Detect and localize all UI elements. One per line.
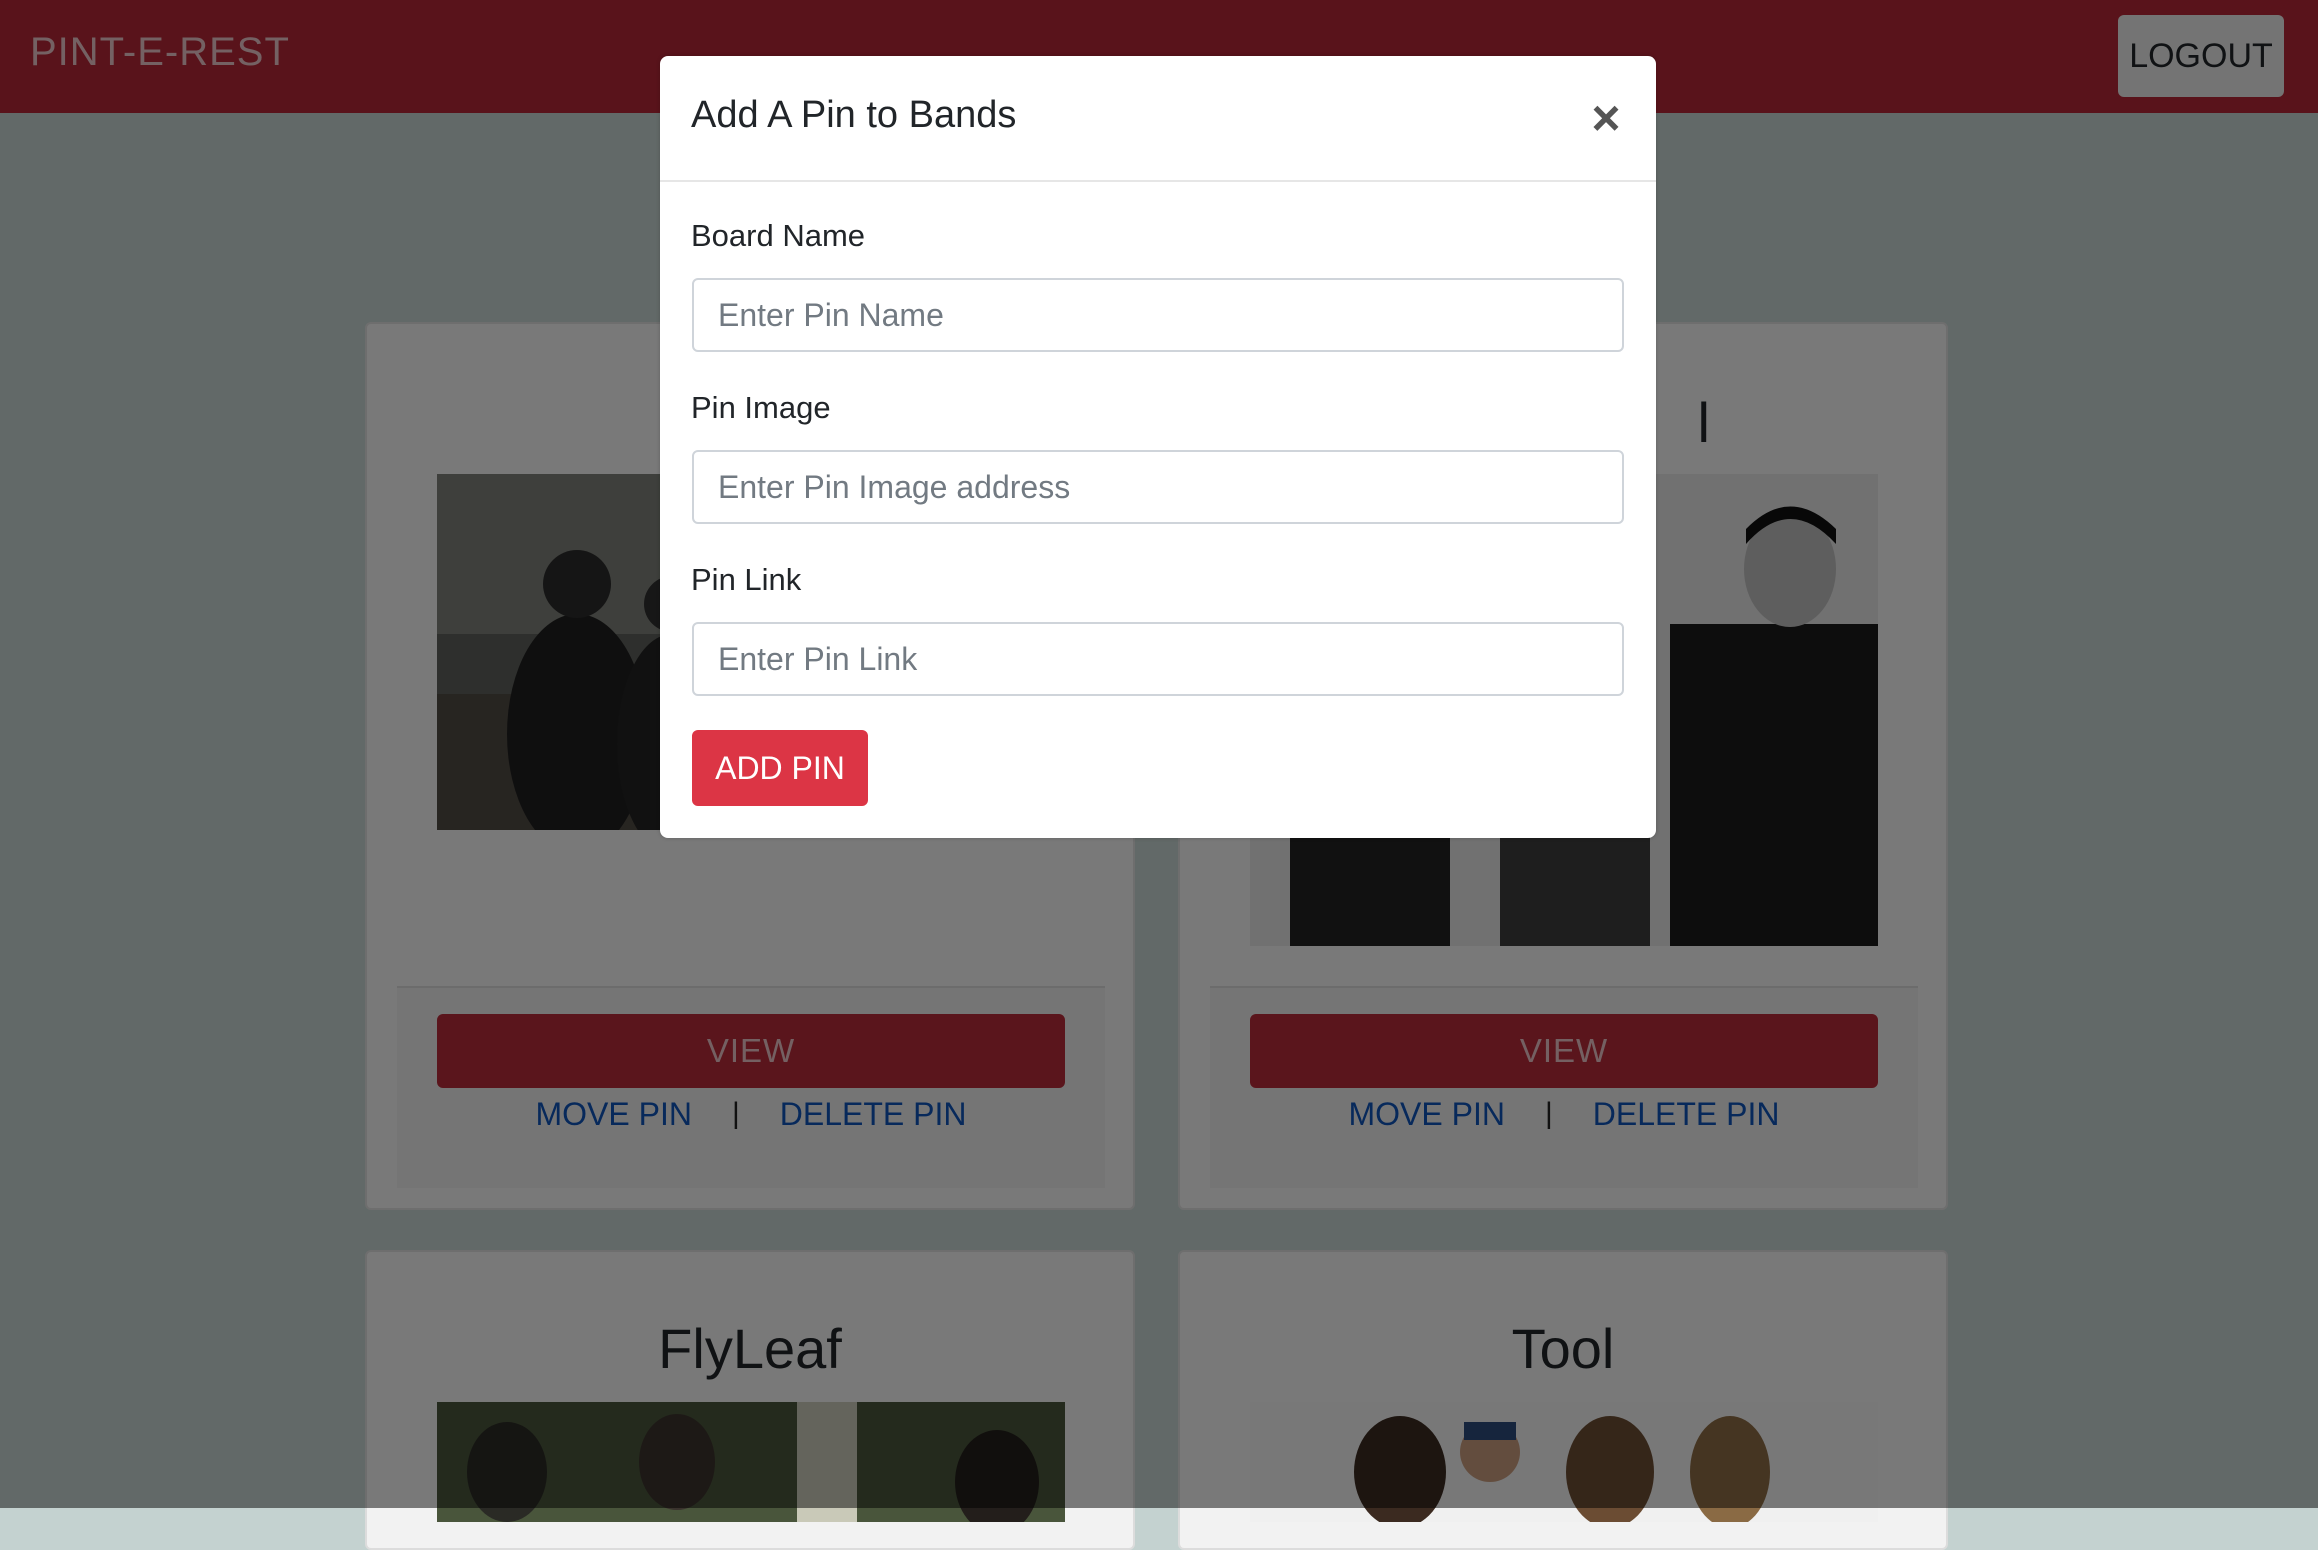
add-pin-button[interactable]: ADD PIN: [692, 730, 868, 806]
modal-title: Add A Pin to Bands: [691, 94, 1017, 136]
modal-header: Add A Pin to Bands ×: [660, 56, 1656, 182]
pin-image-input[interactable]: [692, 450, 1624, 524]
board-name-label: Board Name: [691, 218, 866, 253]
board-name-input[interactable]: [692, 278, 1624, 352]
pin-image-label: Pin Image: [691, 390, 831, 425]
pin-link-input[interactable]: [692, 622, 1624, 696]
pin-link-label: Pin Link: [691, 562, 802, 597]
add-pin-modal: Add A Pin to Bands × Board Name Pin Imag…: [660, 56, 1656, 838]
close-icon[interactable]: ×: [1580, 92, 1632, 144]
